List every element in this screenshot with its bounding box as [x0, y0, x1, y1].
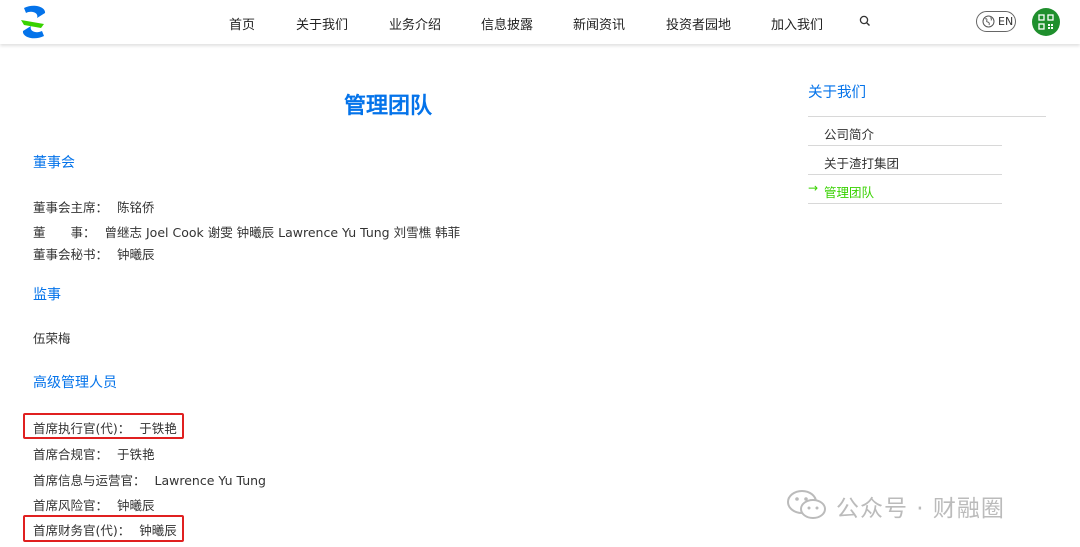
board-chairman-value: 陈铭侨 — [117, 200, 155, 215]
nav-business[interactable]: 业务介绍 — [389, 14, 441, 33]
section-title-executives: 高级管理人员 — [33, 375, 117, 391]
wechat-watermark: 公众号 · 财融圈 — [786, 485, 1048, 523]
nav-about-us[interactable]: 关于我们 — [296, 14, 348, 33]
watermark-text: 公众号 · 财融圈 — [836, 496, 1005, 522]
exec-cro-value: 钟曦辰 — [117, 498, 155, 513]
exec-cco-line: 首席合规官： 于铁艳 — [33, 444, 155, 463]
board-directors-line: 董 事： 曾继志 Joel Cook 谢雯 钟曦辰 Lawrence Yu Tun… — [33, 222, 460, 241]
highlight-box-ceo — [23, 413, 184, 439]
exec-cco-value: 于铁艳 — [117, 447, 155, 462]
main-nav: 首页 关于我们 业务介绍 信息披露 新闻资讯 投资者园地 加入我们 — [0, 0, 1080, 44]
exec-cio-value: Lawrence Yu Tung — [154, 473, 266, 488]
top-header: 首页 关于我们 业务介绍 信息披露 新闻资讯 投资者园地 加入我们 EN — [0, 0, 1080, 44]
language-label: EN — [998, 15, 1014, 28]
exec-cco-label: 首席合规官： — [33, 447, 109, 462]
board-directors-label: 董 事： — [33, 225, 96, 240]
nav-careers[interactable]: 加入我们 — [771, 14, 823, 33]
sidebar-item-label: 公司简介 — [824, 127, 875, 142]
arrow-right-icon: → — [808, 181, 819, 195]
highlight-box-cfo — [23, 515, 184, 542]
page-title: 管理团队 — [343, 94, 432, 119]
exec-cro-label: 首席风险官： — [33, 498, 109, 513]
wechat-icon — [787, 490, 826, 519]
section-title-board: 董事会 — [33, 155, 75, 171]
board-secretary-value: 钟曦辰 — [117, 247, 155, 262]
supervisor-name: 伍荣梅 — [33, 331, 71, 346]
sidebar-item-management-team[interactable]: → 管理团队 — [808, 175, 1002, 204]
nav-news[interactable]: 新闻资讯 — [573, 14, 625, 33]
exec-cro-line: 首席风险官： 钟曦辰 — [33, 495, 155, 514]
globe-icon — [982, 15, 995, 28]
search-icon[interactable] — [858, 14, 872, 28]
board-chairman-label: 董事会主席： — [33, 200, 109, 215]
sidebar-title: 关于我们 — [808, 85, 866, 101]
qr-code-icon — [1038, 14, 1054, 30]
sidebar-item-label: 关于渣打集团 — [824, 156, 900, 171]
board-chairman-line: 董事会主席： 陈铭侨 — [33, 197, 155, 216]
sidebar-item-company-profile[interactable]: 公司简介 — [808, 117, 1002, 146]
sidebar-item-about-group[interactable]: 关于渣打集团 — [808, 146, 1002, 175]
nav-disclosure[interactable]: 信息披露 — [481, 14, 533, 33]
nav-home[interactable]: 首页 — [229, 14, 255, 33]
board-secretary-line: 董事会秘书： 钟曦辰 — [33, 244, 155, 263]
exec-cio-label: 首席信息与运营官： — [33, 473, 146, 488]
qr-code-button[interactable] — [1032, 8, 1060, 36]
sidebar-item-label: 管理团队 — [824, 185, 875, 200]
board-directors-value: 曾继志 Joel Cook 谢雯 钟曦辰 Lawrence Yu Tung 刘雪… — [104, 225, 461, 240]
nav-investors[interactable]: 投资者园地 — [666, 14, 731, 33]
section-title-supervisor: 监事 — [33, 287, 61, 303]
board-secretary-label: 董事会秘书： — [33, 247, 109, 262]
language-switch-button[interactable]: EN — [976, 11, 1016, 32]
exec-cio-line: 首席信息与运营官： Lawrence Yu Tung — [33, 470, 266, 489]
